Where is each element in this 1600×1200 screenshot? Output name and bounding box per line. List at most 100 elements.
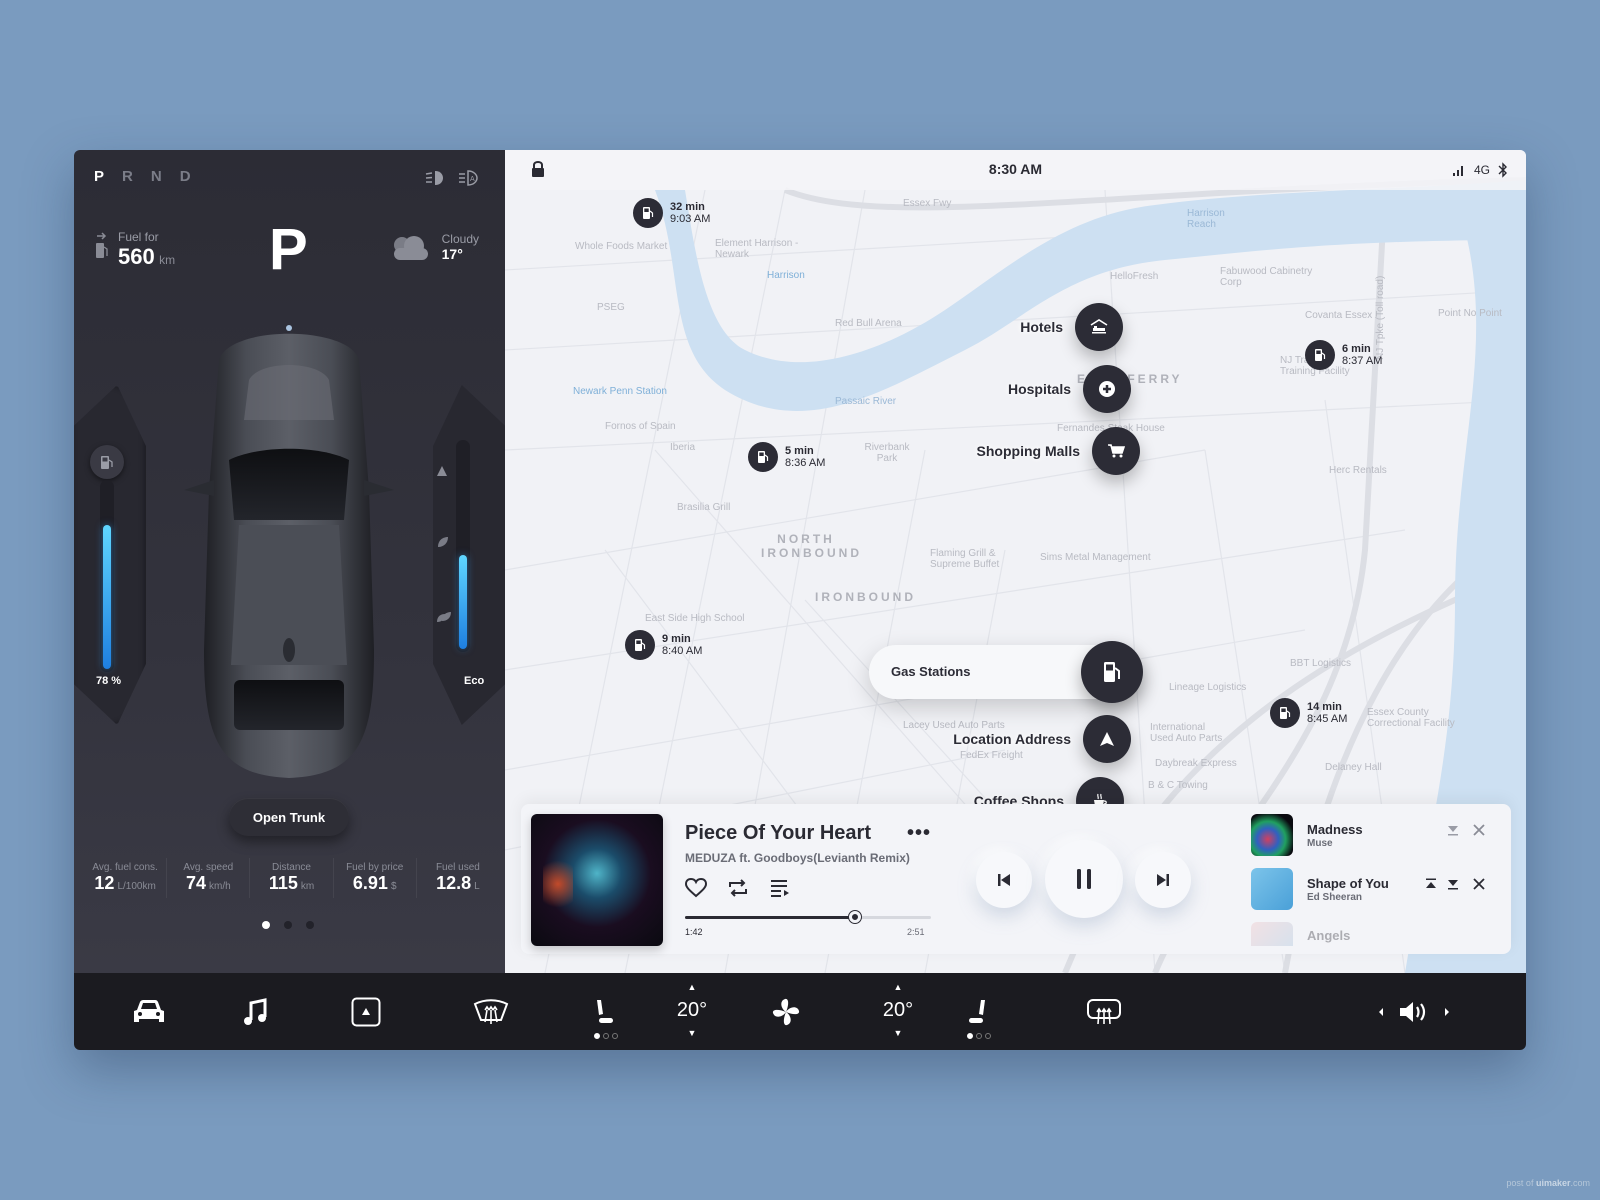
fan-button[interactable] [764,973,808,1050]
repeat-icon[interactable] [727,878,749,898]
category-location-address[interactable]: Location Address [953,715,1131,763]
remove-icon[interactable] [1473,878,1485,890]
weather-condition: Cloudy [441,232,479,246]
map-label: East Side High School [645,613,745,624]
headlight-icon[interactable] [423,168,445,188]
page-dot[interactable] [284,921,292,929]
navigation-icon[interactable] [1083,715,1131,763]
stat-avg-fuel: Avg. fuel cons. 12 L/100km [84,858,168,898]
map-view[interactable]: Essex Fwy Whole Foods Market Element Har… [505,150,1526,973]
category-hospitals[interactable]: Hospitals [1008,365,1131,413]
current-gear: P [269,217,308,282]
watermark-prefix: post of [1506,1178,1536,1188]
gas-pump-icon [1305,340,1335,370]
move-down-icon[interactable] [1447,824,1459,836]
queue-item[interactable]: Madness Muse [1251,814,1501,858]
page-indicator [262,921,314,929]
map-label: Covanta Essex [1305,310,1373,321]
auto-headlight-icon[interactable]: A [457,168,479,188]
car-top-view [184,325,394,778]
gas-station-pin[interactable]: 14 min 8:45 AM [1270,698,1347,728]
stat-value: 12 [94,873,115,893]
gas-station-pin[interactable]: 5 min 8:36 AM [748,442,825,472]
bluetooth-icon[interactable] [1498,162,1508,178]
current-time: 1:42 [685,927,703,937]
stat-label: Avg. speed [183,862,234,873]
volume-down-button[interactable] [1374,973,1388,1050]
passenger-temp-value: 20° [882,999,914,1021]
seat-icon [597,999,613,1023]
pin-duration: 5 min [785,445,814,457]
stat-value: 115 [268,873,298,893]
fuel-range: Fuel for 560 km [94,230,175,270]
gas-pump-icon[interactable] [1081,641,1143,703]
progress-slider[interactable] [685,911,931,923]
signal-icon [1452,166,1463,176]
fuel-range-label: Fuel for [118,230,159,244]
front-defrost-button[interactable] [469,973,513,1050]
gear-n[interactable]: N [151,168,162,185]
map-label: Element Harrison - Newark [715,238,799,260]
open-trunk-button[interactable]: Open Trunk [229,798,349,836]
temp-up-icon[interactable]: ▲ [878,983,918,992]
volume-up-button[interactable] [1440,973,1454,1050]
next-track-button[interactable] [1135,852,1191,908]
pause-button[interactable] [1045,840,1123,918]
category-label: Shopping Malls [976,443,1080,459]
category-shopping-malls[interactable]: Shopping Malls [977,427,1140,475]
remove-icon[interactable] [1473,824,1485,836]
category-label: Gas Stations [891,664,971,679]
map-label: B & C Towing [1148,780,1208,791]
page-dot[interactable] [262,921,270,929]
volume-button[interactable] [1396,973,1430,1050]
car-button[interactable] [129,973,169,1050]
heart-icon[interactable] [685,878,707,898]
gear-p[interactable]: P [94,168,104,185]
move-down-icon[interactable] [1447,878,1459,890]
stat-distance: Distance 115 km [250,858,334,898]
cart-icon[interactable] [1092,427,1140,475]
hospital-icon[interactable] [1083,365,1131,413]
vehicle-panel: P R N D A Fuel for 560 km P Cloudy 17° 7… [74,150,505,973]
queue-album-art [1251,814,1293,856]
stat-unit: L/100km [117,881,156,892]
previous-track-button[interactable] [976,852,1032,908]
skip-previous-icon [998,874,1010,886]
map-label: Passaic River [835,396,897,407]
rear-defrost-icon [1087,998,1121,1024]
move-up-icon[interactable] [1425,878,1437,890]
gear-r[interactable]: R [122,168,133,185]
map-label: Whole Foods Market [575,241,668,252]
gas-station-pin[interactable]: 6 min 8:37 AM [1305,340,1382,370]
gas-station-pin[interactable]: 9 min 8:40 AM [625,630,702,660]
pin-eta: 8:40 AM [662,645,703,657]
category-label: Hotels [1020,319,1063,335]
gas-station-pin[interactable]: 32 min 9:03 AM [633,198,710,228]
progress-handle[interactable] [848,911,861,923]
pin-eta: 9:03 AM [670,213,711,225]
category-hotels[interactable]: Hotels [1020,303,1123,351]
queue-artist: Ed Sheeran [1307,892,1363,903]
music-button[interactable] [236,973,276,1050]
temp-down-icon[interactable]: ▼ [878,1029,918,1038]
queue-item[interactable]: Shape of You Ed Sheeran [1251,868,1501,912]
total-time: 2:51 [907,927,925,937]
fan-icon [772,998,800,1025]
music-player: Piece Of Your Heart ••• MEDUZA ft. Goodb… [521,804,1511,954]
stat-label: Fuel by price [346,862,404,873]
temp-down-icon[interactable]: ▼ [672,1029,712,1038]
apps-button[interactable] [346,973,386,1050]
temp-up-icon[interactable]: ▲ [672,983,712,992]
queue-title: Madness [1307,822,1363,837]
warning-icon [437,466,447,476]
hotel-icon[interactable] [1075,303,1123,351]
rear-defrost-button[interactable] [1082,973,1126,1050]
playlist-icon[interactable] [769,878,791,898]
more-options-button[interactable]: ••• [907,822,931,845]
queue-item[interactable]: Angels [1251,922,1501,946]
clock: 8:30 AM [988,161,1043,177]
page-dot[interactable] [306,921,314,929]
gear-d[interactable]: D [180,168,191,185]
map-label: Fornos of Spain [605,421,676,432]
category-gas-stations[interactable]: Gas Stations [869,641,1143,703]
